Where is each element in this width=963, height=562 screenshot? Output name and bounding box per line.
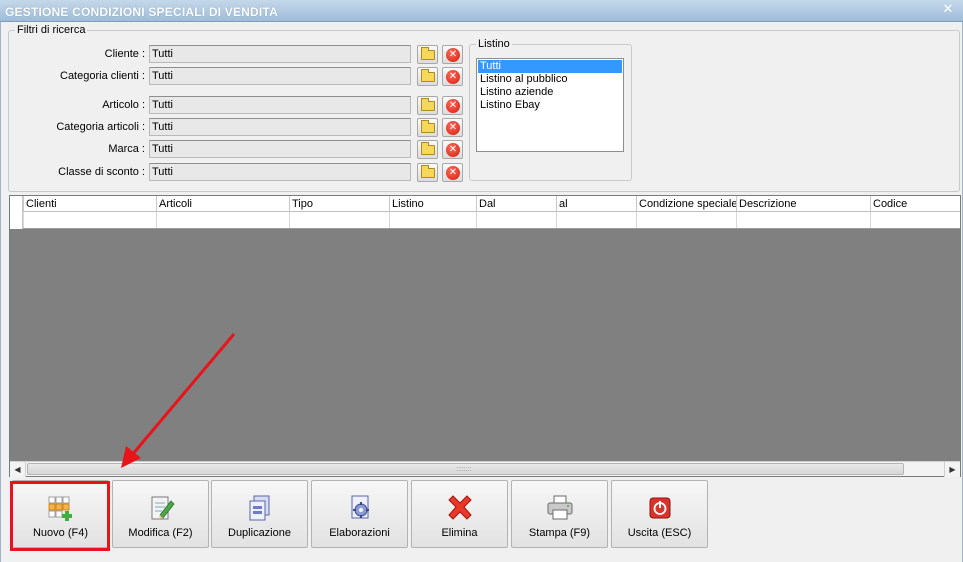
browse-classe-sconto-button[interactable]: [417, 163, 438, 182]
button-label: Elimina: [441, 527, 478, 539]
duplicazione-button[interactable]: Duplicazione: [211, 480, 308, 548]
printer-icon: [547, 495, 572, 520]
clear-marca-button[interactable]: ✕: [442, 140, 463, 159]
filters-legend: Filtri di ricerca: [15, 24, 88, 36]
clear-icon: ✕: [446, 70, 460, 84]
folder-icon: [421, 165, 435, 178]
button-label: Elaborazioni: [329, 527, 390, 539]
clear-categoria-articoli-button[interactable]: ✕: [442, 118, 463, 137]
uscita-button[interactable]: Uscita (ESC): [611, 480, 708, 548]
column-header-descrizione[interactable]: Descrizione: [736, 196, 870, 212]
button-label: Modifica (F2): [128, 527, 193, 539]
classe-sconto-field[interactable]: Tutti: [149, 163, 411, 181]
clear-articolo-button[interactable]: ✕: [442, 96, 463, 115]
filter-cell[interactable]: [156, 212, 289, 228]
column-header-dal[interactable]: Dal: [476, 196, 556, 212]
window-title: GESTIONE CONDIZIONI SPECIALI DI VENDITA: [5, 5, 278, 19]
clear-icon: ✕: [446, 99, 460, 113]
elimina-button[interactable]: Elimina: [411, 480, 508, 548]
edit-document-icon: [151, 496, 175, 520]
folder-icon: [421, 47, 435, 60]
filter-label: Classe di sconto :: [58, 166, 145, 178]
clear-categoria-clienti-button[interactable]: ✕: [442, 67, 463, 86]
filter-cell[interactable]: [556, 212, 636, 228]
elaborazioni-button[interactable]: Elaborazioni: [311, 480, 408, 548]
title-bar: GESTIONE CONDIZIONI SPECIALI DI VENDITA …: [0, 0, 963, 22]
folder-icon: [421, 69, 435, 82]
grid-header: Clienti Articoli Tipo Listino Dal al Con…: [10, 196, 960, 212]
filter-label: Marca :: [108, 143, 145, 155]
filter-cell[interactable]: [870, 212, 960, 228]
modifica-button[interactable]: Modifica (F2): [112, 480, 209, 548]
filter-cell[interactable]: [476, 212, 556, 228]
filter-label: Categoria clienti :: [60, 70, 145, 82]
button-label: Duplicazione: [228, 527, 291, 539]
column-header-listino[interactable]: Listino: [389, 196, 476, 212]
marca-field[interactable]: Tutti: [149, 140, 411, 158]
cliente-field[interactable]: Tutti: [149, 45, 411, 63]
scroll-left-icon[interactable]: ◀: [10, 462, 26, 477]
filter-cell[interactable]: [289, 212, 389, 228]
column-header-codice[interactable]: Codice: [870, 196, 960, 212]
duplicate-icon: [249, 495, 269, 521]
categoria-articoli-field[interactable]: Tutti: [149, 118, 411, 136]
nuovo-button[interactable]: Nuovo (F4): [12, 480, 109, 548]
listino-legend: Listino: [476, 38, 512, 50]
scroll-right-icon[interactable]: ▶: [944, 462, 960, 477]
browse-cliente-button[interactable]: [417, 45, 438, 64]
column-header-tipo[interactable]: Tipo: [289, 196, 389, 212]
clear-icon: ✕: [446, 143, 460, 157]
stampa-button[interactable]: Stampa (F9): [511, 480, 608, 548]
filter-label: Categoria articoli :: [56, 121, 145, 133]
new-grid-icon: [48, 496, 72, 521]
scrollbar-thumb[interactable]: ::::::::: [27, 463, 904, 475]
listino-item[interactable]: Listino al pubblico: [478, 73, 622, 86]
clear-icon: ✕: [446, 121, 460, 135]
processing-gear-icon: [351, 495, 369, 519]
column-header-articoli[interactable]: Articoli: [156, 196, 289, 212]
clear-icon: ✕: [446, 166, 460, 180]
listino-group: Listino Tutti Listino al pubblico Listin…: [469, 38, 632, 181]
row-indicator-column: [10, 196, 23, 229]
horizontal-scrollbar[interactable]: ◀ :::::::: ▶: [10, 461, 960, 477]
listino-item[interactable]: Listino Ebay: [478, 99, 622, 112]
close-icon[interactable]: ✕: [941, 3, 955, 17]
filter-cell[interactable]: [736, 212, 870, 228]
button-label: Nuovo (F4): [32, 527, 89, 539]
button-label: Stampa (F9): [528, 527, 591, 539]
filter-label: Articolo :: [102, 99, 145, 111]
button-label: Uscita (ESC): [627, 527, 692, 539]
column-header-condizione-speciale[interactable]: Condizione speciale: [636, 196, 736, 212]
browse-categoria-clienti-button[interactable]: [417, 67, 438, 86]
filter-cell[interactable]: [636, 212, 736, 228]
listino-listbox[interactable]: Tutti Listino al pubblico Listino aziend…: [476, 58, 624, 152]
articolo-field[interactable]: Tutti: [149, 96, 411, 114]
scroll-grip: ::::::::: [456, 466, 472, 473]
folder-icon: [421, 98, 435, 111]
listino-item[interactable]: Listino aziende: [478, 86, 622, 99]
column-header-clienti[interactable]: Clienti: [23, 196, 156, 212]
categoria-clienti-field[interactable]: Tutti: [149, 67, 411, 85]
clear-icon: ✕: [446, 48, 460, 62]
grid-filter-row[interactable]: [10, 212, 960, 229]
clear-classe-sconto-button[interactable]: ✕: [442, 163, 463, 182]
filter-cell[interactable]: [23, 212, 156, 228]
column-header-al[interactable]: al: [556, 196, 636, 212]
power-icon: [649, 497, 670, 519]
folder-icon: [421, 142, 435, 155]
results-grid[interactable]: Clienti Articoli Tipo Listino Dal al Con…: [9, 195, 961, 477]
clear-cliente-button[interactable]: ✕: [442, 45, 463, 64]
window-body: Filtri di ricerca Cliente : Tutti ✕ Cate…: [0, 22, 963, 562]
folder-icon: [421, 120, 435, 133]
browse-articolo-button[interactable]: [417, 96, 438, 115]
browse-categoria-articoli-button[interactable]: [417, 118, 438, 137]
browse-marca-button[interactable]: [417, 140, 438, 159]
listino-item[interactable]: Tutti: [478, 60, 622, 73]
delete-x-icon: [447, 495, 472, 520]
filter-label: Cliente :: [104, 48, 145, 60]
filter-cell[interactable]: [389, 212, 476, 228]
